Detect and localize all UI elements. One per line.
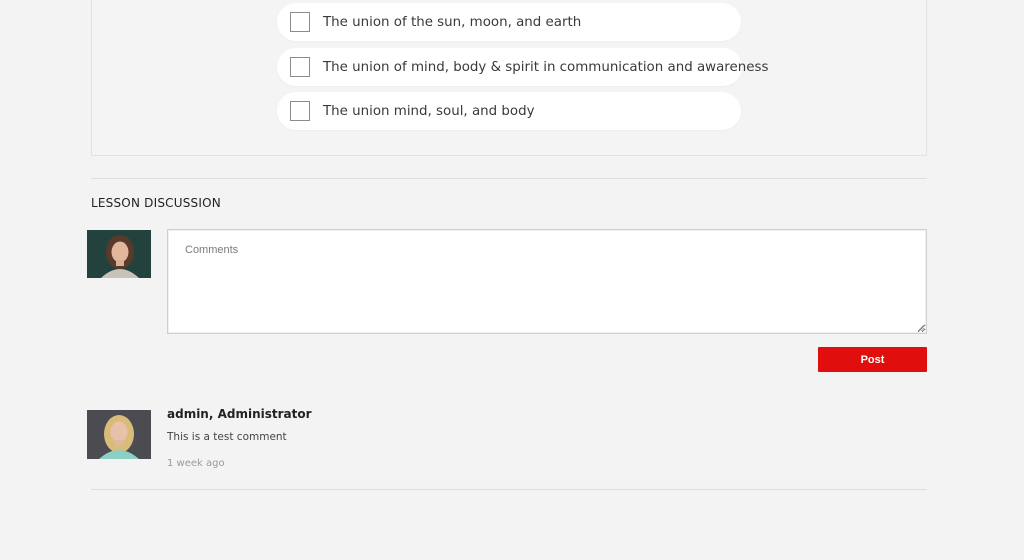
quiz-option-1[interactable]: The union of the sun, moon, and earth xyxy=(277,3,741,41)
checkbox[interactable] xyxy=(290,57,310,77)
comment-text: This is a test comment xyxy=(167,431,287,443)
quiz-panel: The union of the sun, moon, and earth Th… xyxy=(91,0,927,156)
post-button[interactable]: Post xyxy=(818,347,927,372)
quiz-option-label: The union of the sun, moon, and earth xyxy=(323,14,582,30)
comment-timestamp: 1 week ago xyxy=(167,458,225,469)
checkbox[interactable] xyxy=(290,101,310,121)
resize-grip-icon[interactable] xyxy=(917,324,925,332)
current-user-avatar xyxy=(87,230,151,278)
quiz-option-label: The union of mind, body & spirit in comm… xyxy=(323,59,769,75)
checkbox[interactable] xyxy=(290,12,310,32)
quiz-option-3[interactable]: The union mind, soul, and body xyxy=(277,92,741,130)
comment-author[interactable]: admin, Administrator xyxy=(167,407,312,421)
comment-input[interactable] xyxy=(167,229,927,334)
comments-divider xyxy=(91,489,927,490)
quiz-option-2[interactable]: The union of mind, body & spirit in comm… xyxy=(277,48,768,86)
quiz-option-label: The union mind, soul, and body xyxy=(323,103,535,119)
section-divider xyxy=(91,178,927,179)
section-title: LESSON DISCUSSION xyxy=(91,196,221,210)
comment-author-avatar xyxy=(87,410,151,459)
